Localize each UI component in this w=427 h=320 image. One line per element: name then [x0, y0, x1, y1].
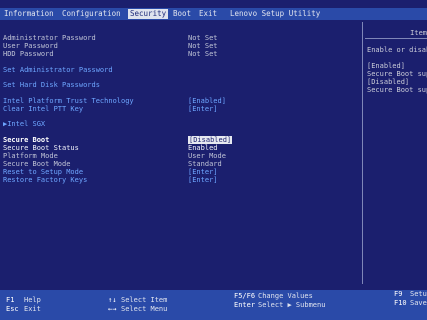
secure-boot-mode-label: Secure Boot Mode — [3, 160, 71, 168]
tab-security[interactable]: Security — [128, 9, 169, 19]
updown-desc: Select Item — [121, 296, 168, 304]
admin-password-value: Not Set — [188, 34, 218, 42]
key-hints-bar: F1 Help Esc Exit ↑↓ Select Item ←→ Selec… — [0, 290, 427, 320]
tab-exit[interactable]: Exit — [199, 10, 217, 18]
clear-ptt-item[interactable]: Clear Intel PTT Key — [3, 105, 83, 113]
f10-key: F10 — [394, 299, 407, 307]
help-line: [Disabled] — [367, 78, 410, 86]
tab-configuration[interactable]: Configuration — [62, 10, 121, 18]
intel-sgx-submenu[interactable]: ▶Intel SGX — [3, 120, 45, 128]
secure-boot-status-label: Secure Boot Status — [3, 144, 79, 152]
f5f6-key: F5/F6 — [234, 292, 256, 300]
item-help-panel: Item Enable or disab [Enabled] Secure Bo… — [363, 22, 427, 284]
set-hdd-passwords-item[interactable]: Set Hard Disk Passwords — [3, 81, 100, 89]
secure-boot-status-value: Enabled — [188, 144, 218, 152]
hdd-password-label: HDD Password — [3, 50, 54, 58]
help-line: Secure Boot sup — [367, 86, 427, 94]
platform-mode-label: Platform Mode — [3, 152, 58, 160]
clear-ptt-value[interactable]: [Enter] — [188, 105, 218, 113]
leftright-desc: Select Menu — [121, 305, 168, 313]
reset-setup-mode-value[interactable]: [Enter] — [188, 168, 218, 176]
user-password-value: Not Set — [188, 42, 218, 50]
f5f6-desc: Change Values — [258, 292, 313, 300]
ptt-value[interactable]: [Enabled] — [188, 97, 226, 105]
security-settings-panel: Administrator Password Not Set User Pass… — [0, 22, 363, 284]
ptt-item[interactable]: Intel Platform Trust Technology — [3, 97, 134, 105]
secure-boot-item[interactable]: Secure Boot — [3, 136, 49, 144]
help-line: Enable or disab — [367, 46, 427, 54]
enter-desc: Select ▶ Submenu — [258, 301, 326, 309]
f1-key: F1 — [6, 296, 15, 304]
leftright-key-icon: ←→ — [108, 305, 117, 313]
tab-information[interactable]: Information — [4, 10, 54, 18]
item-help-title: Item — [410, 29, 427, 37]
secure-boot-value[interactable]: [Disabled] — [188, 136, 233, 144]
f10-desc: Save — [410, 299, 427, 307]
reset-setup-mode-item[interactable]: Reset to Setup Mode — [3, 168, 83, 176]
user-password-label: User Password — [3, 42, 58, 50]
restore-factory-keys-value[interactable]: [Enter] — [188, 176, 218, 184]
item-help-header: Item — [365, 22, 427, 39]
menu-bar: Information Configuration Security Boot … — [0, 8, 427, 20]
updown-key-icon: ↑↓ — [108, 296, 117, 304]
esc-key: Esc — [6, 305, 19, 313]
platform-mode-value: User Mode — [188, 152, 226, 160]
tab-boot[interactable]: Boot — [173, 10, 191, 18]
f9-key: F9 — [394, 290, 403, 298]
f1-desc: Help — [24, 296, 41, 304]
enter-key: Enter — [234, 301, 256, 309]
esc-desc: Exit — [24, 305, 41, 313]
help-line: [Enabled] — [367, 62, 405, 70]
admin-password-label: Administrator Password — [3, 34, 96, 42]
hdd-password-value: Not Set — [188, 50, 218, 58]
help-line: Secure Boot sup — [367, 70, 427, 78]
f9-desc: Setup — [410, 290, 427, 298]
restore-factory-keys-item[interactable]: Restore Factory Keys — [3, 176, 87, 184]
utility-title: Lenovo Setup Utility — [230, 9, 321, 18]
secure-boot-mode-value: Standard — [188, 160, 222, 168]
set-admin-password-item[interactable]: Set Administrator Password — [3, 66, 113, 74]
